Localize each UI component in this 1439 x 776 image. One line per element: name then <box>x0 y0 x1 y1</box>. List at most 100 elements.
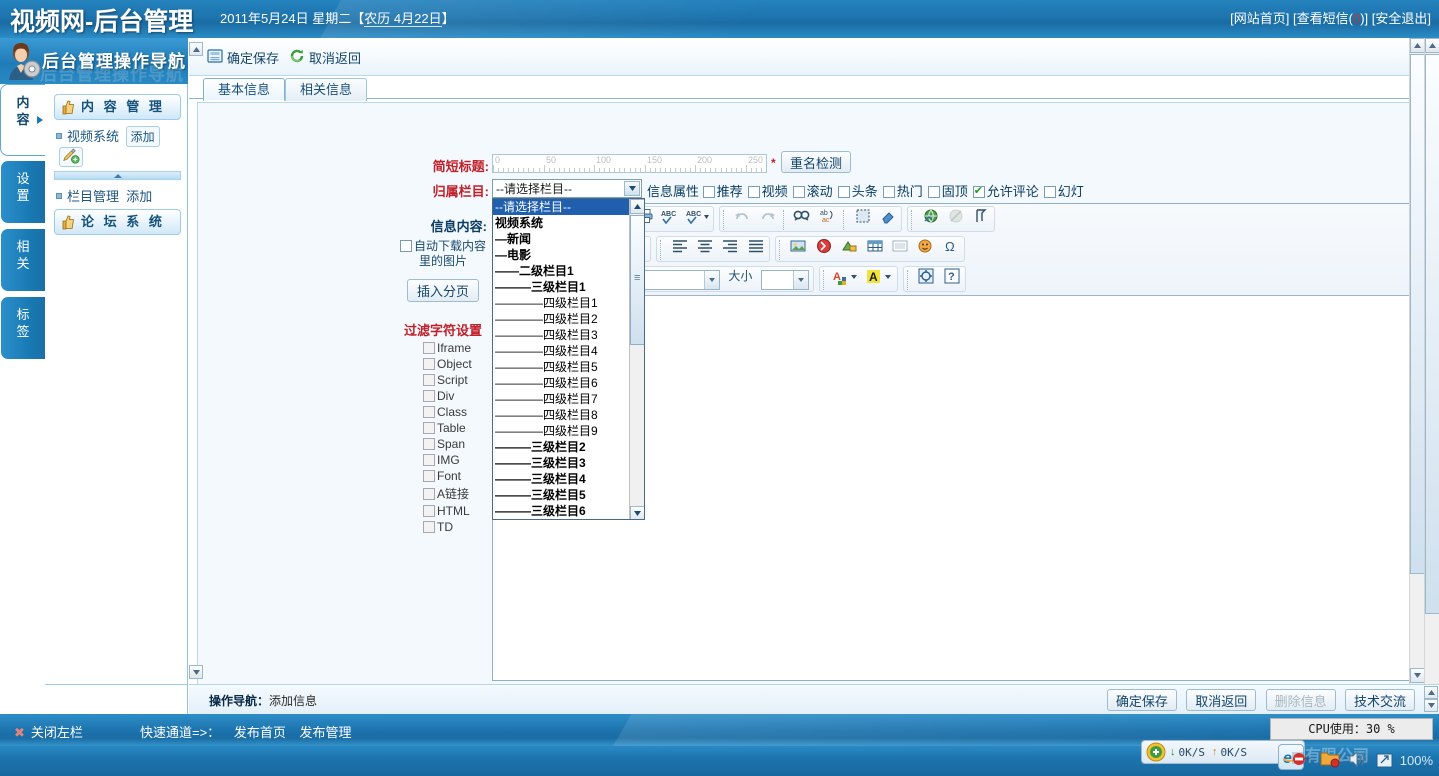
text-color-icon[interactable]: A <box>831 268 861 290</box>
attribute-checkbox[interactable] <box>747 186 760 198</box>
undo-icon[interactable] <box>731 208 753 230</box>
flash-icon[interactable] <box>813 238 835 260</box>
duplicate-check-button[interactable]: 重名检测 <box>781 151 851 173</box>
category-option[interactable]: ————四级栏目3 <box>493 327 644 343</box>
category-option[interactable]: ————四级栏目7 <box>493 391 644 407</box>
filter-checkbox[interactable] <box>423 488 435 500</box>
zoom-level-control[interactable]: 100% <box>1376 753 1433 769</box>
attribute-checkbox[interactable] <box>702 186 715 198</box>
content-scroll-thumb[interactable] <box>1410 54 1425 574</box>
special-char-icon[interactable]: Ω <box>940 238 962 260</box>
spellcheck-menu-icon[interactable]: ABC <box>685 208 711 230</box>
category-option[interactable]: ———三级栏目4 <box>493 471 644 487</box>
save-button[interactable]: 确定保存 <box>207 48 279 67</box>
horizontal-rule-icon[interactable] <box>889 238 911 260</box>
status-delete-button[interactable]: 删除信息 <box>1265 689 1336 711</box>
attribute-固顶[interactable]: 固顶 <box>927 181 968 200</box>
edit-pencil-button[interactable] <box>59 147 83 167</box>
chevron-down-icon[interactable] <box>704 271 720 289</box>
sidebar-collapse-splitter[interactable] <box>54 171 181 180</box>
filter-option-A链接[interactable]: A链接 <box>423 485 491 502</box>
filter-checkbox[interactable] <box>423 390 435 402</box>
attribute-checkbox[interactable] <box>792 186 805 198</box>
filter-option-Iframe[interactable]: Iframe <box>423 341 491 355</box>
filter-option-Font[interactable]: Font <box>423 469 491 483</box>
window-scroll-thumb[interactable] <box>1425 54 1439 614</box>
sidebar-tab-content[interactable]: 内容 <box>0 84 45 156</box>
category-option[interactable]: ————四级栏目5 <box>493 359 644 375</box>
category-option[interactable]: 视频系统 <box>493 215 644 231</box>
link-site-home[interactable]: [网站首页] <box>1230 11 1289 26</box>
attribute-推荐[interactable]: 推荐 <box>702 181 743 200</box>
auto-download-checkbox[interactable] <box>399 240 412 252</box>
sidebar-tab-settings[interactable]: 设置 <box>0 160 45 224</box>
category-dropdown-list[interactable]: --请选择栏目-- 视频系统 —新闻 —电影 ——二级栏目1 ———三级栏目1 ————四级… <box>492 198 645 520</box>
security-shield-icon[interactable] <box>1146 742 1166 762</box>
dropdown-scrollbar[interactable] <box>629 199 644 519</box>
link-view-sms[interactable]: [查看短信(0)] <box>1293 11 1368 26</box>
align-right-icon[interactable] <box>719 238 741 260</box>
page-properties-icon[interactable] <box>915 268 937 290</box>
replace-icon[interactable]: ab ac <box>817 208 839 230</box>
bg-color-icon[interactable]: A <box>865 268 895 290</box>
sidebar-group-content-management[interactable]: 内 容 管 理 <box>54 94 181 120</box>
attribute-幻灯[interactable]: 幻灯 <box>1043 181 1084 200</box>
smiley-icon[interactable] <box>914 238 936 260</box>
sidebar-link-column-add[interactable]: 添加 <box>126 189 152 204</box>
attribute-视频[interactable]: 视频 <box>747 181 788 200</box>
chevron-down-icon[interactable] <box>792 271 808 289</box>
filter-checkbox[interactable] <box>423 374 435 386</box>
category-select[interactable]: --请选择栏目-- <box>492 179 642 198</box>
filter-option-IMG[interactable]: IMG <box>423 453 491 467</box>
category-option[interactable]: ————四级栏目2 <box>493 311 644 327</box>
align-justify-icon[interactable] <box>745 238 767 260</box>
font-combo[interactable] <box>640 270 721 290</box>
filter-option-Div[interactable]: Div <box>423 389 491 403</box>
dropdown-scroll-up-button[interactable] <box>630 199 644 214</box>
status-support-button[interactable]: 技术交流 <box>1344 689 1415 711</box>
image-icon[interactable] <box>787 238 809 260</box>
left-panel-scroll-down-button[interactable] <box>189 665 203 679</box>
spellcheck-icon[interactable]: ABC <box>659 208 681 230</box>
filter-option-Table[interactable]: Table <box>423 421 491 435</box>
link-icon[interactable] <box>920 208 942 230</box>
attribute-允许评论[interactable]: 允许评论 <box>972 181 1039 200</box>
sidebar-group-forum-system[interactable]: 论 坛 系 统 <box>54 209 181 235</box>
category-option[interactable]: ———三级栏目1 <box>493 279 644 295</box>
category-option[interactable]: ———三级栏目5 <box>493 487 644 503</box>
sidebar-link-video-system[interactable]: 视频系统 <box>67 129 119 144</box>
category-option[interactable]: ———三级栏目2 <box>493 439 644 455</box>
table-icon[interactable] <box>864 238 886 260</box>
quick-link-publish-manage[interactable]: 发布管理 <box>299 725 351 740</box>
filter-checkbox[interactable] <box>423 521 435 533</box>
dropdown-scroll-down-button[interactable] <box>630 506 644 519</box>
category-option[interactable]: ————四级栏目8 <box>493 407 644 423</box>
dropdown-scroll-thumb[interactable] <box>630 215 644 345</box>
folder-tray-icon[interactable] <box>1320 750 1340 771</box>
filter-checkbox[interactable] <box>423 342 435 354</box>
window-scroll-up-button[interactable] <box>1425 38 1439 53</box>
cancel-button[interactable]: 取消返回 <box>289 48 361 67</box>
find-icon[interactable] <box>791 208 813 230</box>
status-cancel-button[interactable]: 取消返回 <box>1186 689 1257 711</box>
filter-option-Class[interactable]: Class <box>423 405 491 419</box>
window-scrollbar[interactable] <box>1424 38 1439 714</box>
sidebar-tab-related[interactable]: 相关 <box>0 228 45 292</box>
attribute-热门[interactable]: 热门 <box>882 181 923 200</box>
category-option[interactable]: ———三级栏目3 <box>493 455 644 471</box>
sidebar-link-column-management[interactable]: 栏目管理 <box>67 189 119 204</box>
category-option[interactable]: —新闻 <box>493 231 644 247</box>
left-panel-scroll-up-button[interactable] <box>189 42 203 56</box>
filter-checkbox[interactable] <box>423 358 435 370</box>
attribute-checkbox[interactable] <box>972 184 985 198</box>
media-icon[interactable] <box>838 238 860 260</box>
removeformat-icon[interactable] <box>877 208 899 230</box>
content-scroll-up-button[interactable] <box>1410 38 1425 53</box>
chevron-down-icon[interactable] <box>624 181 640 196</box>
category-option[interactable]: ————四级栏目4 <box>493 343 644 359</box>
category-option[interactable]: —电影 <box>493 247 644 263</box>
category-option[interactable]: ———三级栏目6 <box>493 503 644 519</box>
content-scrollbar[interactable] <box>1409 38 1425 684</box>
category-option[interactable]: --请选择栏目-- <box>493 199 644 215</box>
filter-option-Object[interactable]: Object <box>423 357 491 371</box>
